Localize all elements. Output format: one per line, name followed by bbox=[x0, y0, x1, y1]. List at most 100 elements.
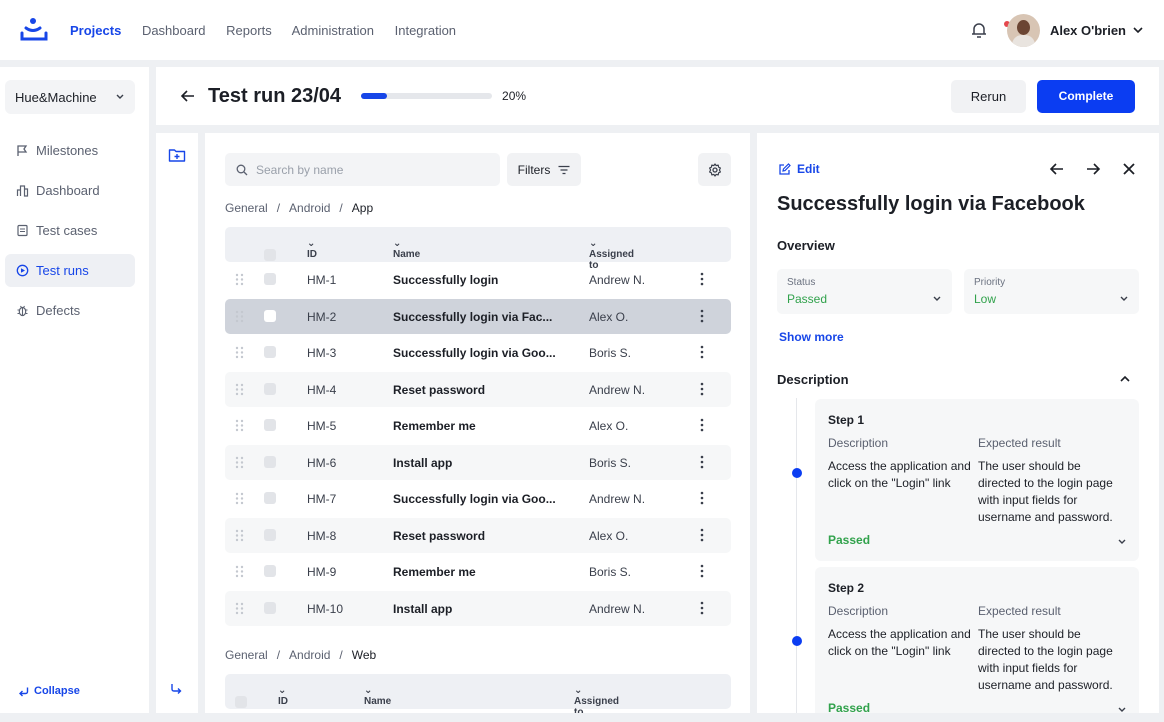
nav-dashboard[interactable]: Dashboard bbox=[142, 23, 206, 38]
nav-reports[interactable]: Reports bbox=[226, 23, 272, 38]
table-row[interactable]: HM-9 Remember me Boris S. bbox=[225, 554, 731, 589]
row-checkbox[interactable] bbox=[264, 455, 276, 471]
more-options-icon[interactable] bbox=[700, 418, 704, 435]
detail-title: Successfully login via Facebook bbox=[777, 193, 1085, 215]
table-row[interactable]: HM-3 Successfully login via Goo... Boris S… bbox=[225, 335, 731, 370]
search-input[interactable]: Search by name bbox=[225, 153, 500, 186]
nav-projects[interactable]: Projects bbox=[70, 23, 121, 38]
drag-handle-icon[interactable] bbox=[235, 383, 245, 399]
row-checkbox[interactable] bbox=[264, 528, 276, 544]
breadcrumb-item[interactable]: Android bbox=[289, 201, 330, 215]
row-checkbox[interactable] bbox=[264, 419, 276, 434]
notification-bell-icon[interactable] bbox=[969, 20, 1010, 40]
table-row[interactable]: HM-10 Install app Andrew N. bbox=[225, 590, 731, 626]
close-icon[interactable] bbox=[1121, 161, 1137, 177]
more-options-icon[interactable] bbox=[700, 382, 704, 399]
table-row[interactable]: HM-6 Install app Boris S. bbox=[225, 444, 731, 480]
rerun-button[interactable]: Rerun bbox=[951, 79, 1026, 113]
more-options-icon[interactable] bbox=[700, 272, 704, 289]
drag-handle-icon[interactable] bbox=[235, 346, 245, 362]
next-arrow-icon[interactable] bbox=[1085, 161, 1101, 177]
more-options-icon[interactable] bbox=[700, 528, 704, 545]
drag-handle-icon[interactable] bbox=[235, 456, 245, 472]
sidebar-item-milestones[interactable]: Milestones bbox=[5, 134, 135, 167]
chevron-down-icon bbox=[1120, 296, 1128, 301]
expand-arrow-icon[interactable] bbox=[170, 683, 182, 695]
back-arrow-icon[interactable] bbox=[180, 88, 196, 104]
table-row[interactable]: HM-7 Successfully login via Goo... Andrew … bbox=[225, 481, 731, 516]
drag-handle-icon[interactable] bbox=[235, 602, 245, 618]
more-options-icon[interactable] bbox=[700, 601, 704, 618]
sidebar-item-defects[interactable]: Defects bbox=[5, 294, 135, 327]
edit-button[interactable]: Edit bbox=[778, 162, 820, 176]
sidebar-item-dashboard[interactable]: Dashboard bbox=[5, 174, 135, 207]
drag-handle-icon[interactable] bbox=[235, 492, 245, 508]
drag-handle-icon[interactable] bbox=[235, 419, 245, 435]
priority-select[interactable]: Priority Low bbox=[964, 269, 1139, 314]
nav-integration[interactable]: Integration bbox=[395, 23, 456, 38]
workspace-selector[interactable]: Hue&Machine bbox=[5, 80, 135, 114]
row-assignee: Alex O. bbox=[589, 309, 629, 324]
row-assignee: Andrew N. bbox=[589, 492, 646, 506]
page-header: Test run 23/04 20% Rerun Complete bbox=[156, 67, 1159, 125]
more-options-icon[interactable] bbox=[700, 345, 704, 362]
show-more-link[interactable]: Show more bbox=[779, 330, 844, 344]
row-checkbox[interactable] bbox=[264, 309, 276, 325]
column-id[interactable]: ID ⌄ bbox=[278, 685, 288, 707]
row-checkbox[interactable] bbox=[264, 601, 276, 617]
breadcrumb-item[interactable]: Web bbox=[352, 648, 376, 662]
breadcrumb-item[interactable]: General bbox=[225, 201, 268, 215]
sidebar-item-test-cases[interactable]: Test cases bbox=[5, 214, 135, 247]
row-assignee: Boris S. bbox=[589, 455, 632, 470]
step-card[interactable]: Step 2 Description Access the application … bbox=[815, 567, 1139, 713]
table-row[interactable]: HM-2 Successfully login via Fac... Alex O. bbox=[225, 298, 731, 334]
drag-handle-icon[interactable] bbox=[235, 565, 245, 581]
row-checkbox[interactable] bbox=[264, 273, 276, 288]
complete-button[interactable]: Complete bbox=[1037, 79, 1135, 113]
more-options-icon[interactable] bbox=[700, 564, 704, 581]
chevron-down-icon[interactable] bbox=[1132, 24, 1144, 36]
row-checkbox[interactable] bbox=[264, 346, 276, 361]
column-assigned[interactable]: Assigned to ⌄ bbox=[574, 685, 619, 713]
table-row[interactable]: HM-1 Successfully login Andrew N. bbox=[225, 262, 731, 297]
row-name: Reset password bbox=[393, 382, 486, 397]
row-checkbox[interactable] bbox=[264, 382, 276, 398]
more-options-icon[interactable] bbox=[700, 455, 704, 472]
table-row[interactable]: HM-4 Reset password Andrew N. bbox=[225, 371, 731, 407]
drag-handle-icon[interactable] bbox=[235, 529, 245, 545]
more-options-icon[interactable] bbox=[700, 309, 704, 326]
add-folder-icon[interactable] bbox=[168, 147, 186, 163]
search-icon bbox=[236, 164, 248, 175]
collapse-button[interactable]: Collapse bbox=[18, 685, 80, 697]
user-name[interactable]: Alex O'brien bbox=[1050, 23, 1126, 38]
app-logo[interactable] bbox=[20, 16, 48, 44]
table-row[interactable]: HM-8 Reset password Alex O. bbox=[225, 517, 731, 553]
chevron-up-icon[interactable] bbox=[1119, 373, 1131, 385]
sidebar-item-test-runs[interactable]: Test runs bbox=[5, 254, 135, 287]
column-name[interactable]: Name ⌄ bbox=[393, 238, 420, 260]
column-name[interactable]: Name ⌄ bbox=[364, 685, 391, 707]
status-select[interactable]: Status Passed bbox=[777, 269, 952, 314]
step-card[interactable]: Step 1 Description Access the application … bbox=[815, 399, 1139, 561]
filters-label: Filters bbox=[517, 162, 551, 177]
breadcrumb-item[interactable]: General bbox=[225, 648, 268, 662]
table-row[interactable]: HM-5 Remember me Alex O. bbox=[225, 408, 731, 443]
previous-arrow-icon[interactable] bbox=[1049, 161, 1065, 177]
chevron-down-icon[interactable] bbox=[1117, 703, 1127, 713]
more-options-icon[interactable] bbox=[700, 491, 704, 508]
row-name: Successfully login via Fac... bbox=[393, 309, 553, 324]
drag-handle-icon[interactable] bbox=[235, 273, 245, 289]
settings-button[interactable] bbox=[698, 153, 731, 186]
breadcrumb-item[interactable]: Android bbox=[289, 648, 330, 662]
row-checkbox[interactable] bbox=[264, 565, 276, 580]
breadcrumb-item[interactable]: App bbox=[352, 201, 373, 215]
row-checkbox[interactable] bbox=[264, 492, 276, 507]
column-assigned[interactable]: Assigned to ⌄ bbox=[589, 238, 634, 271]
avatar[interactable] bbox=[1006, 13, 1040, 47]
overview-heading: Overview bbox=[777, 238, 835, 253]
drag-handle-icon[interactable] bbox=[235, 310, 245, 326]
nav-administration[interactable]: Administration bbox=[292, 23, 374, 38]
column-id[interactable]: ID ⌄ bbox=[307, 238, 317, 260]
chevron-down-icon[interactable] bbox=[1117, 535, 1127, 550]
filters-button[interactable]: Filters bbox=[507, 153, 581, 186]
